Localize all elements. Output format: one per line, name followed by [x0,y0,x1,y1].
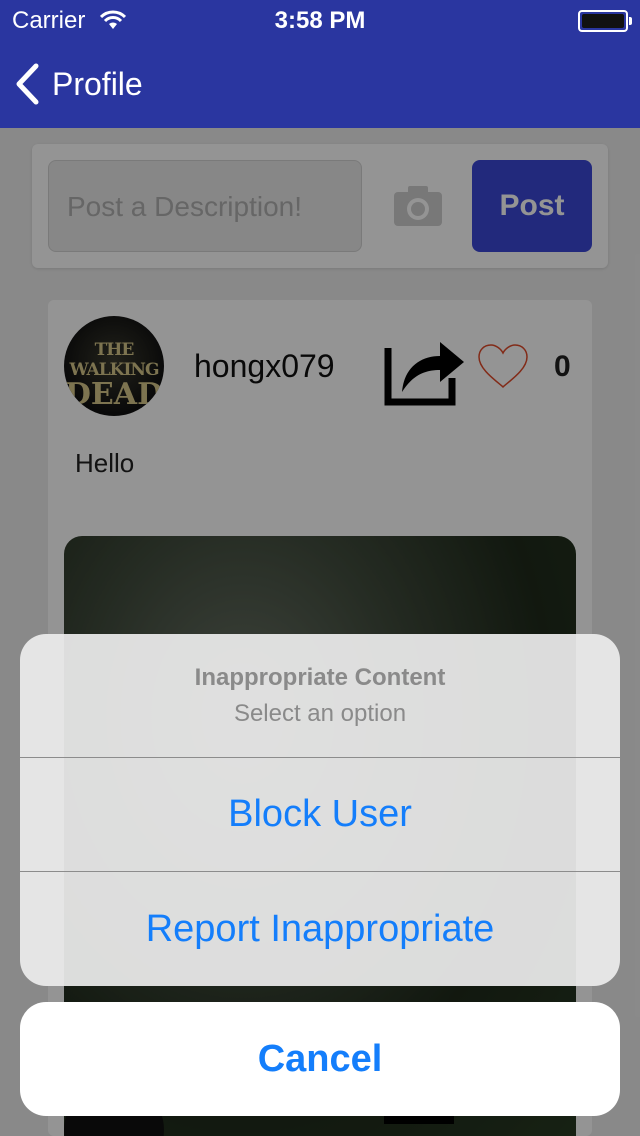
status-time: 3:58 PM [274,7,366,34]
back-label: Profile [52,65,143,102]
battery-icon [578,10,632,32]
action-sheet-title: Inappropriate Content [194,664,446,691]
action-sheet: Inappropriate Content Select an option B… [20,634,620,986]
block-user-button[interactable]: Block User [20,758,620,872]
status-bar: Carrier 3:58 PM [0,0,640,40]
cancel-button[interactable]: Cancel [20,1002,620,1116]
back-button[interactable]: Profile [14,62,143,106]
nav-bar: Profile [0,40,640,128]
action-sheet-message: Select an option [233,700,407,727]
action-sheet-header: Inappropriate Content Select an option [20,634,620,758]
report-inappropriate-button[interactable]: Report Inappropriate [20,872,620,986]
chevron-left-icon [16,63,39,105]
